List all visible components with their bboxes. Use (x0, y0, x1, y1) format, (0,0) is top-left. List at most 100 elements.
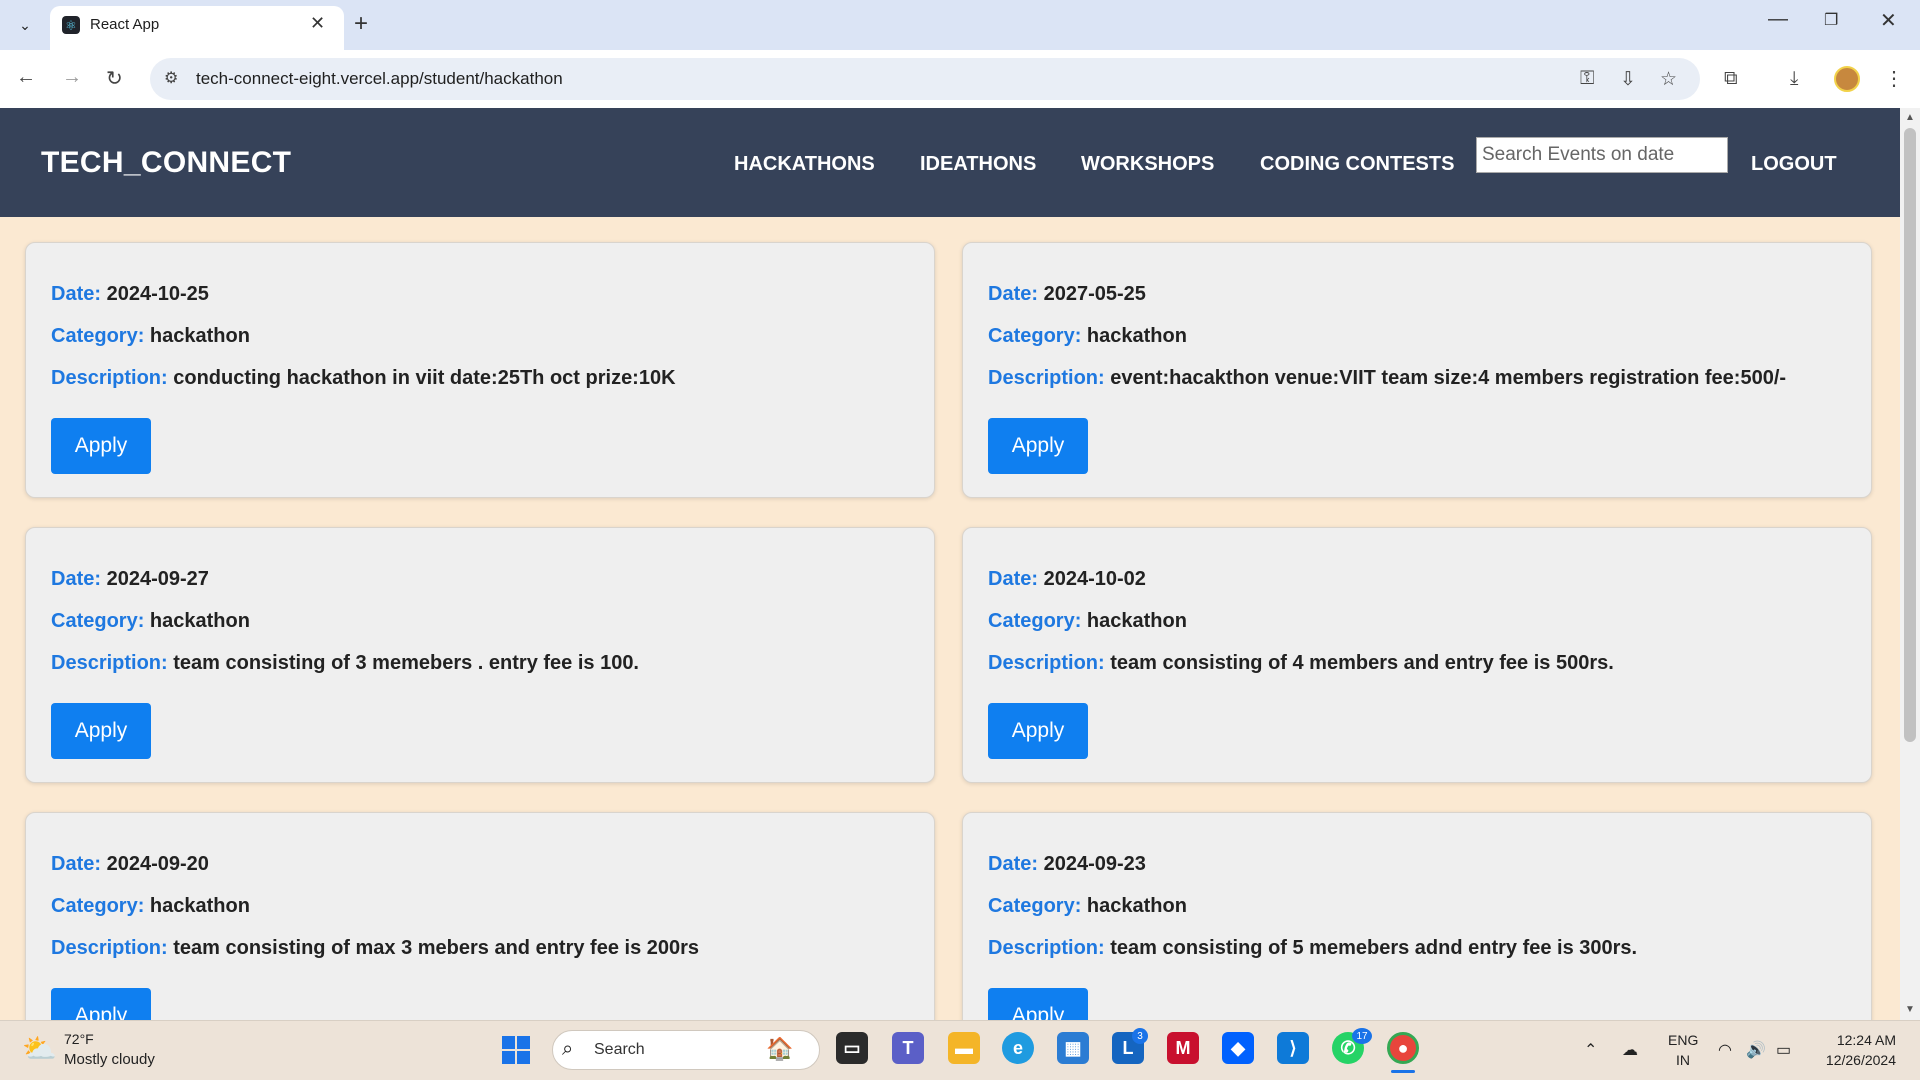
event-date-value: 2024-09-23 (1043, 853, 1146, 875)
event-card: Date: 2024-09-27 Category: hackathon Des… (25, 527, 935, 783)
date-label: Date: (51, 853, 102, 875)
microsoft-store-icon[interactable]: ▦ (1057, 1032, 1089, 1064)
event-card: Date: 2024-10-02 Category: hackathon Des… (962, 527, 1872, 783)
apply-button[interactable]: Apply (988, 703, 1088, 759)
extensions-puzzle-icon[interactable]: ⧉ (1724, 68, 1738, 90)
window-close-icon[interactable]: ✕ (1880, 8, 1897, 33)
apply-button[interactable]: Apply (51, 988, 151, 1020)
weather-cloud-sun-icon[interactable]: ⛅ (22, 1032, 57, 1065)
apply-button[interactable]: Apply (988, 988, 1088, 1020)
event-description-row: Description: team consisting of max 3 me… (51, 937, 699, 960)
dropbox-icon[interactable]: ◆ (1222, 1032, 1254, 1064)
category-label: Category: (51, 325, 145, 347)
apply-button[interactable]: Apply (51, 703, 151, 759)
task-view-icon[interactable]: ▭ (836, 1032, 868, 1064)
event-category-row: Category: hackathon (988, 610, 1187, 633)
event-description-row: Description: event:hacakthon venue:VIIT … (988, 367, 1786, 390)
event-date-row: Date: 2024-10-25 (51, 283, 209, 306)
apply-button[interactable]: Apply (988, 418, 1088, 474)
tab-search-chevron-icon[interactable]: ⌄ (12, 12, 38, 38)
weather-description[interactable]: Mostly cloudy (64, 1051, 155, 1068)
vscode-icon[interactable]: ⟩ (1277, 1032, 1309, 1064)
date-label: Date: (988, 283, 1039, 305)
clock-time[interactable]: 12:24 AM (1828, 1032, 1896, 1048)
event-date-search-input[interactable] (1476, 137, 1728, 173)
event-date-value: 2024-09-20 (106, 853, 209, 875)
nav-link-coding-contests[interactable]: CODING CONTESTS (1260, 153, 1454, 176)
minimize-icon[interactable]: — (1768, 8, 1788, 31)
event-description-row: Description: team consisting of 4 member… (988, 652, 1614, 675)
mcafee-shield-icon[interactable]: M (1167, 1032, 1199, 1064)
lens-notification-badge: 3 (1132, 1028, 1148, 1044)
category-label: Category: (51, 610, 145, 632)
event-date-value: 2024-10-02 (1043, 568, 1146, 590)
tray-overflow-chevron-icon[interactable]: ⌃ (1584, 1040, 1597, 1060)
active-app-indicator (1391, 1070, 1415, 1073)
back-arrow-icon[interactable]: ← (16, 66, 36, 89)
apply-button[interactable]: Apply (51, 418, 151, 474)
event-category-value: hackathon (1086, 610, 1187, 632)
event-card: Date: 2024-09-23 Category: hackathon Des… (962, 812, 1872, 1020)
profile-avatar[interactable] (1834, 66, 1860, 92)
input-language[interactable]: ENG (1668, 1032, 1698, 1048)
event-description-value: team consisting of 5 memebers adnd entry… (1110, 937, 1638, 959)
category-label: Category: (988, 325, 1082, 347)
install-app-icon[interactable]: ⇩ (1620, 68, 1636, 91)
category-label: Category: (988, 610, 1082, 632)
brand-logo-text[interactable]: TECH_CONNECT (41, 146, 291, 180)
scrollbar-thumb[interactable] (1904, 128, 1916, 742)
search-icon: ⌕ (562, 1038, 574, 1060)
browser-menu-kebab-icon[interactable]: ⋮ (1884, 66, 1904, 91)
event-date-row: Date: 2027-05-25 (988, 283, 1146, 306)
event-description-value: team consisting of 3 memebers . entry fe… (173, 652, 639, 674)
teams-icon[interactable]: T (892, 1032, 924, 1064)
volume-icon[interactable]: 🔊 (1746, 1040, 1766, 1060)
nav-link-ideathons[interactable]: IDEATHONS (920, 153, 1036, 176)
file-explorer-icon[interactable]: ▬ (948, 1032, 980, 1064)
windows-start-icon[interactable] (502, 1036, 530, 1064)
url-text[interactable]: tech-connect-eight.vercel.app/student/ha… (196, 69, 563, 89)
scroll-down-arrow-icon[interactable]: ▼ (1905, 1004, 1915, 1015)
event-date-value: 2024-09-27 (106, 568, 209, 590)
event-date-row: Date: 2024-09-27 (51, 568, 209, 591)
scroll-up-arrow-icon[interactable]: ▲ (1905, 112, 1915, 123)
new-tab-button[interactable]: + (354, 10, 368, 38)
tab-close-icon[interactable]: ✕ (310, 13, 325, 34)
bookmark-star-icon[interactable]: ☆ (1660, 68, 1677, 91)
nav-link-hackathons[interactable]: HACKATHONS (734, 153, 875, 176)
event-card: Date: 2024-09-20 Category: hackathon Des… (25, 812, 935, 1020)
event-date-value: 2027-05-25 (1043, 283, 1146, 305)
event-category-row: Category: hackathon (988, 895, 1187, 918)
event-description-row: Description: conducting hackathon in vii… (51, 367, 676, 390)
clock-date[interactable]: 12/26/2024 (1818, 1052, 1896, 1068)
date-label: Date: (51, 568, 102, 590)
description-label: Description: (988, 652, 1105, 674)
forward-arrow-icon[interactable]: → (62, 66, 82, 89)
site-settings-icon[interactable]: ⚙ (164, 68, 178, 88)
event-description-row: Description: team consisting of 3 memebe… (51, 652, 639, 675)
event-date-row: Date: 2024-10-02 (988, 568, 1146, 591)
battery-icon[interactable]: ▭ (1776, 1040, 1791, 1060)
input-region[interactable]: IN (1676, 1052, 1690, 1068)
event-date-row: Date: 2024-09-20 (51, 853, 209, 876)
chrome-icon[interactable]: ● (1387, 1032, 1419, 1064)
event-card: Date: 2024-10-25 Category: hackathon Des… (25, 242, 935, 498)
nav-link-workshops[interactable]: WORKSHOPS (1081, 153, 1214, 176)
event-description-value: conducting hackathon in viit date:25Th o… (173, 367, 676, 389)
password-key-icon[interactable]: ⚿ (1580, 68, 1594, 90)
date-label: Date: (51, 283, 102, 305)
edge-browser-icon[interactable]: e (1002, 1032, 1034, 1064)
event-description-row: Description: team consisting of 5 memebe… (988, 937, 1637, 960)
restore-icon[interactable]: ❐ (1824, 10, 1838, 30)
date-label: Date: (988, 568, 1039, 590)
wifi-icon[interactable]: ◠ (1718, 1040, 1732, 1060)
react-favicon-icon: ⚛ (62, 16, 80, 34)
weather-temperature[interactable]: 72°F (64, 1031, 94, 1047)
downloads-icon[interactable]: ⤓ (1790, 68, 1798, 90)
reload-icon[interactable]: ↻ (106, 66, 123, 91)
event-description-value: team consisting of 4 members and entry f… (1110, 652, 1614, 674)
logout-link[interactable]: LOGOUT (1751, 153, 1837, 176)
event-category-value: hackathon (149, 895, 250, 917)
onedrive-cloud-icon[interactable]: ☁ (1622, 1040, 1638, 1060)
description-label: Description: (988, 367, 1105, 389)
